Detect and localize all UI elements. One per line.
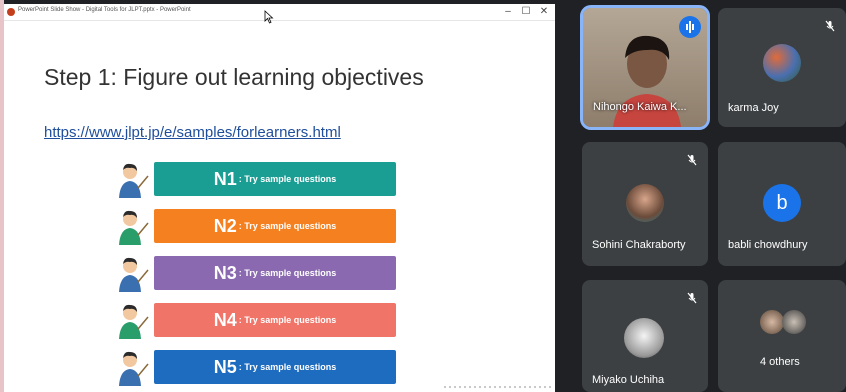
window-title: PowerPoint Slide Show - Digital Tools fo… <box>18 7 191 13</box>
teacher-icon <box>119 210 149 245</box>
jlpt-samples-link[interactable]: https://www.jlpt.jp/e/samples/forlearner… <box>44 124 341 141</box>
level-label: : Try sample questions <box>238 268 337 278</box>
level-code: N4 <box>213 309 237 330</box>
slide-dotted-rule <box>444 386 554 388</box>
avatar <box>763 44 801 82</box>
participant-tile-karma[interactable]: karma Joy <box>718 8 846 127</box>
mic-off-icon <box>687 292 697 304</box>
level-label: : Try sample questions <box>238 174 337 184</box>
participant-name: babli chowdhury <box>728 239 808 251</box>
avatar <box>624 318 664 358</box>
avatar <box>626 184 664 222</box>
level-code: N3 <box>213 262 237 283</box>
participant-tile-babli[interactable]: b babli chowdhury <box>718 142 846 266</box>
powerpoint-window: PowerPoint Slide Show - Digital Tools fo… <box>4 4 555 392</box>
participant-tile-sohini[interactable]: Sohini Chakraborty <box>582 142 708 266</box>
level-code: N1 <box>213 168 237 189</box>
powerpoint-icon <box>7 8 15 16</box>
level-label: : Try sample questions <box>238 362 337 372</box>
level-code: N5 <box>213 356 237 377</box>
level-label: : Try sample questions <box>238 221 337 231</box>
slide-title: Step 1: Figure out learning objectives <box>44 64 424 90</box>
mic-off-icon <box>825 20 835 32</box>
avatar <box>760 310 784 334</box>
close-button[interactable]: ✕ <box>537 5 551 18</box>
teacher-icon <box>119 304 149 339</box>
avatar: b <box>763 184 801 222</box>
level-button[interactable]: N2: Try sample questions <box>154 209 396 243</box>
minimize-button[interactable]: – <box>501 5 515 18</box>
teacher-icon <box>119 351 149 386</box>
participant-name: Sohini Chakraborty <box>592 239 686 251</box>
participant-name: Miyako Uchiha <box>592 374 665 386</box>
others-count: 4 others <box>760 356 800 368</box>
level-row-n1: N1: Try sample questions <box>116 162 406 198</box>
participant-tile-nihongo[interactable]: Nihongo Kaiwa K... <box>580 5 710 130</box>
avatar <box>782 310 806 334</box>
level-row-n3: N3: Try sample questions <box>116 256 406 292</box>
level-label: : Try sample questions <box>238 315 337 325</box>
level-code: N2 <box>213 215 237 236</box>
participant-tile-others[interactable]: 4 others <box>718 280 846 392</box>
level-button[interactable]: N5: Try sample questions <box>154 350 396 384</box>
level-row-n5: N5: Try sample questions <box>116 350 406 386</box>
level-row-n4: N4: Try sample questions <box>116 303 406 339</box>
level-button[interactable]: N3: Try sample questions <box>154 256 396 290</box>
participant-name: karma Joy <box>728 102 779 114</box>
maximize-button[interactable]: ☐ <box>519 5 533 18</box>
participant-tile-miyako[interactable]: Miyako Uchiha <box>582 280 708 392</box>
mouse-cursor-icon <box>264 10 274 24</box>
speaking-indicator-icon <box>679 16 701 38</box>
level-button[interactable]: N4: Try sample questions <box>154 303 396 337</box>
teacher-icon <box>119 163 149 198</box>
mic-off-icon <box>687 154 697 166</box>
ppt-titlebar: PowerPoint Slide Show - Digital Tools fo… <box>4 4 555 21</box>
level-button[interactable]: N1: Try sample questions <box>154 162 396 196</box>
level-row-n2: N2: Try sample questions <box>116 209 406 245</box>
teacher-icon <box>119 257 149 292</box>
participant-name: Nihongo Kaiwa K... <box>593 101 687 113</box>
